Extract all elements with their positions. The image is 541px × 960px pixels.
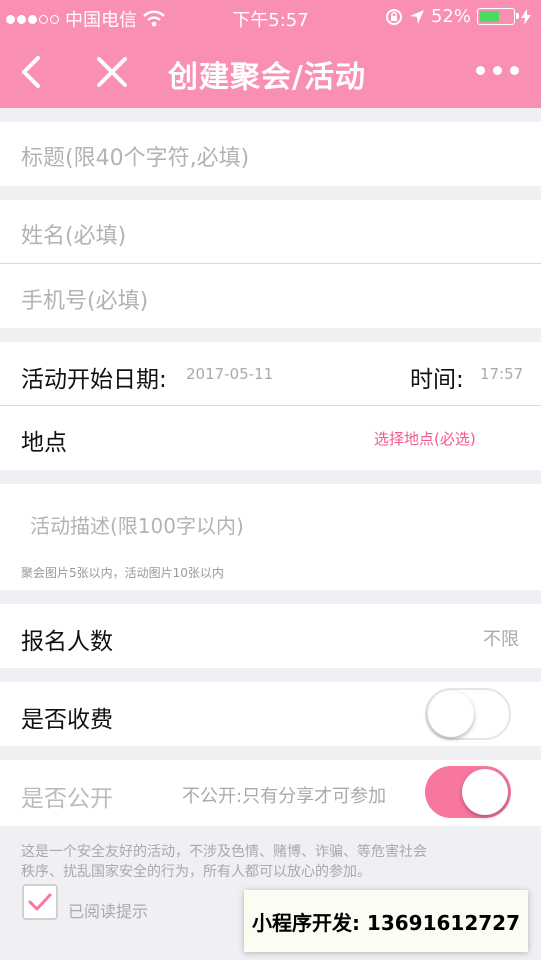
battery-percent: 52% bbox=[430, 6, 471, 27]
time-picker[interactable]: 17:57 bbox=[480, 365, 523, 383]
developer-contact-banner: 小程序开发: 13691612727 bbox=[244, 890, 528, 952]
more-dot-icon bbox=[493, 66, 502, 75]
fee-toggle[interactable] bbox=[425, 688, 511, 740]
more-dot-icon bbox=[510, 66, 519, 75]
start-date-picker[interactable]: 2017-05-11 bbox=[186, 365, 273, 383]
fee-label: 是否收费 bbox=[21, 707, 113, 733]
developer-contact-text: 小程序开发: 13691612727 bbox=[251, 910, 521, 935]
description-input[interactable]: 活动描述(限100字以内) bbox=[30, 510, 244, 539]
close-button[interactable] bbox=[92, 52, 132, 92]
nav-bar: 创建聚会/活动 bbox=[0, 36, 541, 108]
notice-line: 秩序、扰乱国家安全的行为，所有人都可以放心的参加。 bbox=[21, 864, 371, 880]
description-section: 活动描述(限100字以内) 聚会图片5张以内，活动图片10张以内 bbox=[0, 484, 541, 590]
image-hint: 聚会图片5张以内，活动图片10张以内 bbox=[21, 566, 224, 580]
divider bbox=[0, 405, 541, 406]
toggle-knob bbox=[462, 769, 508, 815]
schedule-section: 活动开始日期: 2017-05-11 时间: 17:57 地点 选择地点(必选) bbox=[0, 342, 541, 470]
check-icon bbox=[28, 893, 52, 911]
status-bar: 中国电信 下午5:57 52% bbox=[0, 0, 541, 36]
signup-count-row[interactable]: 报名人数 不限 bbox=[0, 604, 541, 668]
public-row: 是否公开 不公开:只有分享才可参加 bbox=[0, 760, 541, 826]
title-input-row[interactable]: 标题(限40个字符,必填) bbox=[0, 122, 541, 186]
time-label: 时间: bbox=[410, 367, 464, 393]
signup-count-value[interactable]: 不限 bbox=[483, 625, 519, 651]
agree-checkbox[interactable] bbox=[22, 884, 58, 920]
battery-icon bbox=[477, 8, 519, 25]
contact-section: 姓名(必填) 手机号(必填) bbox=[0, 200, 541, 328]
signup-count-label: 报名人数 bbox=[21, 629, 113, 655]
agree-label: 已阅读提示 bbox=[68, 902, 149, 921]
divider bbox=[0, 263, 541, 264]
location-arrow-icon bbox=[409, 9, 424, 24]
notice-line: 这是一个安全友好的活动，不涉及色情、赌博、诈骗、等危害社会 bbox=[21, 844, 427, 860]
back-button[interactable] bbox=[14, 50, 54, 94]
public-hint: 不公开:只有分享才可参加 bbox=[182, 786, 387, 807]
close-icon bbox=[97, 57, 127, 87]
rotation-lock-icon bbox=[385, 8, 402, 25]
status-right: 52% bbox=[385, 6, 531, 27]
chevron-left-icon bbox=[22, 56, 40, 88]
name-input[interactable]: 姓名(必填) bbox=[21, 218, 126, 250]
more-menu-button[interactable] bbox=[476, 66, 519, 75]
charging-icon bbox=[521, 8, 531, 25]
status-time: 下午5:57 bbox=[232, 10, 309, 31]
public-label: 是否公开 bbox=[21, 786, 113, 812]
public-toggle[interactable] bbox=[425, 766, 511, 818]
fee-row: 是否收费 bbox=[0, 682, 541, 746]
start-date-label: 活动开始日期: bbox=[21, 367, 167, 393]
choose-location-link[interactable]: 选择地点(必选) bbox=[374, 428, 476, 449]
page-title: 创建聚会/活动 bbox=[168, 60, 366, 95]
title-input[interactable]: 标题(限40个字符,必填) bbox=[21, 140, 249, 172]
safety-notice: 这是一个安全友好的活动，不涉及色情、赌博、诈骗、等危害社会 秩序、扰乱国家安全的… bbox=[21, 842, 427, 882]
toggle-knob bbox=[428, 691, 474, 737]
location-label: 地点 bbox=[21, 430, 67, 456]
more-dot-icon bbox=[476, 66, 485, 75]
phone-input[interactable]: 手机号(必填) bbox=[21, 283, 148, 315]
